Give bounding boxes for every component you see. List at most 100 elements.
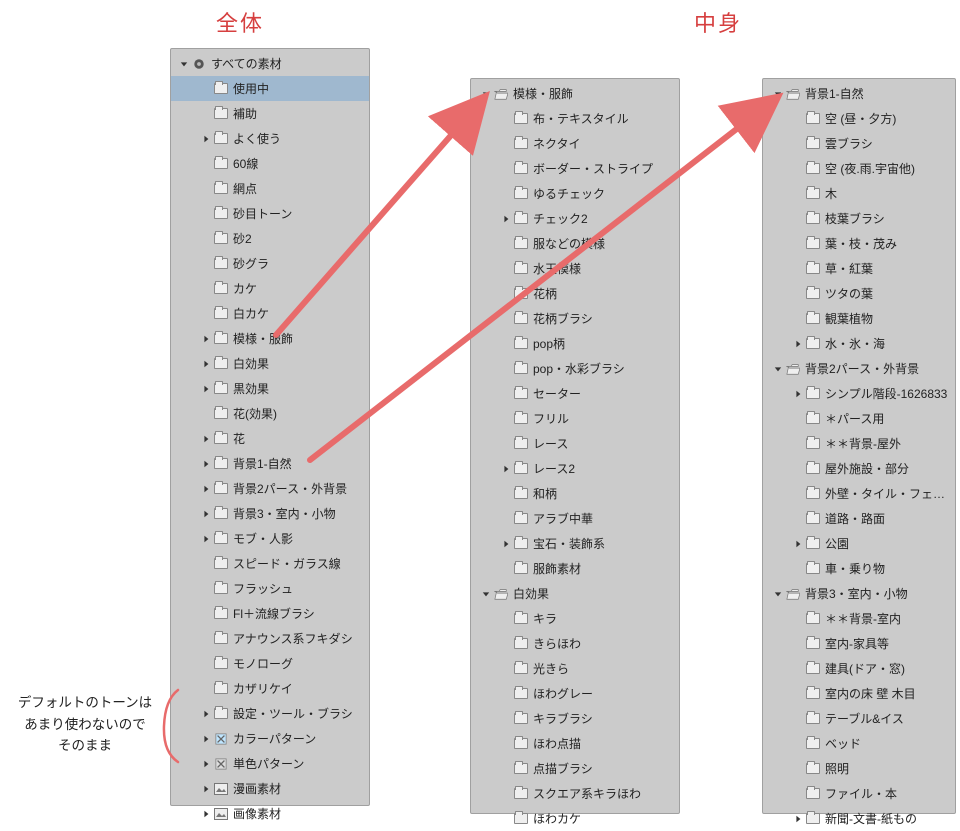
chevron-down-icon[interactable] [481,589,491,599]
tree-item[interactable]: ほわグレー [471,681,679,706]
chevron-down-icon[interactable] [773,364,783,374]
tree-item[interactable]: フリル [471,406,679,431]
tree-root[interactable]: すべての素材 [171,51,369,76]
tree-item[interactable]: 雲ブラシ [763,131,955,156]
tree-item[interactable]: カラーパターン [171,726,369,751]
chevron-right-icon[interactable] [201,709,211,719]
tree-item[interactable]: 車・乗り物 [763,556,955,581]
tree-item[interactable]: 宝石・装飾系 [471,531,679,556]
tree-item[interactable]: 木 [763,181,955,206]
chevron-right-icon[interactable] [793,814,803,824]
tree-item[interactable]: 背景2パース・外背景 [763,356,955,381]
chevron-down-icon[interactable] [481,89,491,99]
chevron-down-icon[interactable] [773,589,783,599]
tree-item[interactable]: モブ・人影 [171,526,369,551]
tree-item[interactable]: 単色パターン [171,751,369,776]
chevron-right-icon[interactable] [501,214,511,224]
chevron-right-icon[interactable] [201,759,211,769]
chevron-right-icon[interactable] [201,484,211,494]
chevron-right-icon[interactable] [793,539,803,549]
tree-item[interactable]: 黒効果 [171,376,369,401]
tree-item[interactable]: 服などの模様 [471,231,679,256]
tree-item[interactable]: フラッシュ [171,576,369,601]
chevron-right-icon[interactable] [501,539,511,549]
tree-item[interactable]: キラブラシ [471,706,679,731]
tree-item[interactable]: 砂グラ [171,251,369,276]
tree-item[interactable]: 花柄ブラシ [471,306,679,331]
tree-item[interactable]: ほわカケ [471,806,679,831]
tree-item[interactable]: ツタの葉 [763,281,955,306]
tree-item[interactable]: シンプル階段-1626833 [763,381,955,406]
tree-item[interactable]: 模様・服飾 [471,81,679,106]
tree-item[interactable]: 照明 [763,756,955,781]
tree-item[interactable]: ほわ点描 [471,731,679,756]
chevron-right-icon[interactable] [201,809,211,819]
tree-item[interactable]: 花柄 [471,281,679,306]
tree-item[interactable]: モノローグ [171,651,369,676]
tree-item[interactable]: ファイル・本 [763,781,955,806]
tree-item[interactable]: 外壁・タイル・フェンス [763,481,955,506]
tree-item[interactable]: 点描ブラシ [471,756,679,781]
chevron-right-icon[interactable] [201,459,211,469]
tree-item[interactable]: 水・氷・海 [763,331,955,356]
tree-item[interactable]: 布・テキスタイル [471,106,679,131]
tree-item[interactable]: 模様・服飾 [171,326,369,351]
tree-item[interactable]: 光きら [471,656,679,681]
tree-item[interactable]: きらほわ [471,631,679,656]
tree-item[interactable]: 白カケ [171,301,369,326]
chevron-right-icon[interactable] [201,334,211,344]
tree-item[interactable]: 60線 [171,151,369,176]
tree-item[interactable]: 漫画素材 [171,776,369,801]
tree-item[interactable]: 服飾素材 [471,556,679,581]
chevron-right-icon[interactable] [201,784,211,794]
tree-item[interactable]: カザリケイ [171,676,369,701]
tree-item[interactable]: 道路・路面 [763,506,955,531]
tree-item[interactable]: チェック2 [471,206,679,231]
tree-item[interactable]: キラ [471,606,679,631]
tree-item[interactable]: 空 (昼・夕方) [763,106,955,131]
chevron-right-icon[interactable] [201,534,211,544]
tree-item[interactable]: ボーダー・ストライプ [471,156,679,181]
tree-item[interactable]: ＊＊背景-屋外 [763,431,955,456]
tree-item[interactable]: テーブル&イス [763,706,955,731]
chevron-right-icon[interactable] [201,134,211,144]
tree-item[interactable]: スピード・ガラス線 [171,551,369,576]
tree-item[interactable]: 観葉植物 [763,306,955,331]
tree-item[interactable]: 水玉模様 [471,256,679,281]
tree-item[interactable]: アラブ中華 [471,506,679,531]
tree-item[interactable]: 室内の床 壁 木目 [763,681,955,706]
tree-item[interactable]: スクエア系キラほわ [471,781,679,806]
tree-item[interactable]: 屋外施設・部分 [763,456,955,481]
tree-item[interactable]: 使用中 [171,76,369,101]
tree-item[interactable]: 砂2 [171,226,369,251]
tree-item[interactable]: 画像素材 [171,801,369,826]
tree-item[interactable]: ＊＊背景-室内 [763,606,955,631]
chevron-right-icon[interactable] [501,464,511,474]
chevron-right-icon[interactable] [201,734,211,744]
tree-item[interactable]: よく使う [171,126,369,151]
tree-item[interactable]: アナウンス系フキダシ [171,626,369,651]
tree-item[interactable]: 新聞-文書-紙もの [763,806,955,831]
tree-item[interactable]: 建具(ドア・窓) [763,656,955,681]
tree-item[interactable]: レース2 [471,456,679,481]
chevron-right-icon[interactable] [793,389,803,399]
chevron-right-icon[interactable] [793,339,803,349]
tree-item[interactable]: 空 (夜.雨.宇宙他) [763,156,955,181]
tree-item[interactable]: ネクタイ [471,131,679,156]
tree-item[interactable]: pop・水彩ブラシ [471,356,679,381]
tree-item[interactable]: 和柄 [471,481,679,506]
tree-item[interactable]: 背景1-自然 [171,451,369,476]
tree-item[interactable]: ＊パース用 [763,406,955,431]
chevron-down-icon[interactable] [773,89,783,99]
tree-item[interactable]: ベッド [763,731,955,756]
chevron-right-icon[interactable] [201,509,211,519]
tree-item[interactable]: 網点 [171,176,369,201]
tree-item[interactable]: 白効果 [471,581,679,606]
tree-item[interactable]: 葉・枝・茂み [763,231,955,256]
tree-item[interactable]: 砂目トーン [171,201,369,226]
tree-item[interactable]: レース [471,431,679,456]
tree-item[interactable]: 背景2パース・外背景 [171,476,369,501]
tree-item[interactable]: Fl＋流線ブラシ [171,601,369,626]
tree-item[interactable]: 室内-家具等 [763,631,955,656]
tree-item[interactable]: 枝葉ブラシ [763,206,955,231]
